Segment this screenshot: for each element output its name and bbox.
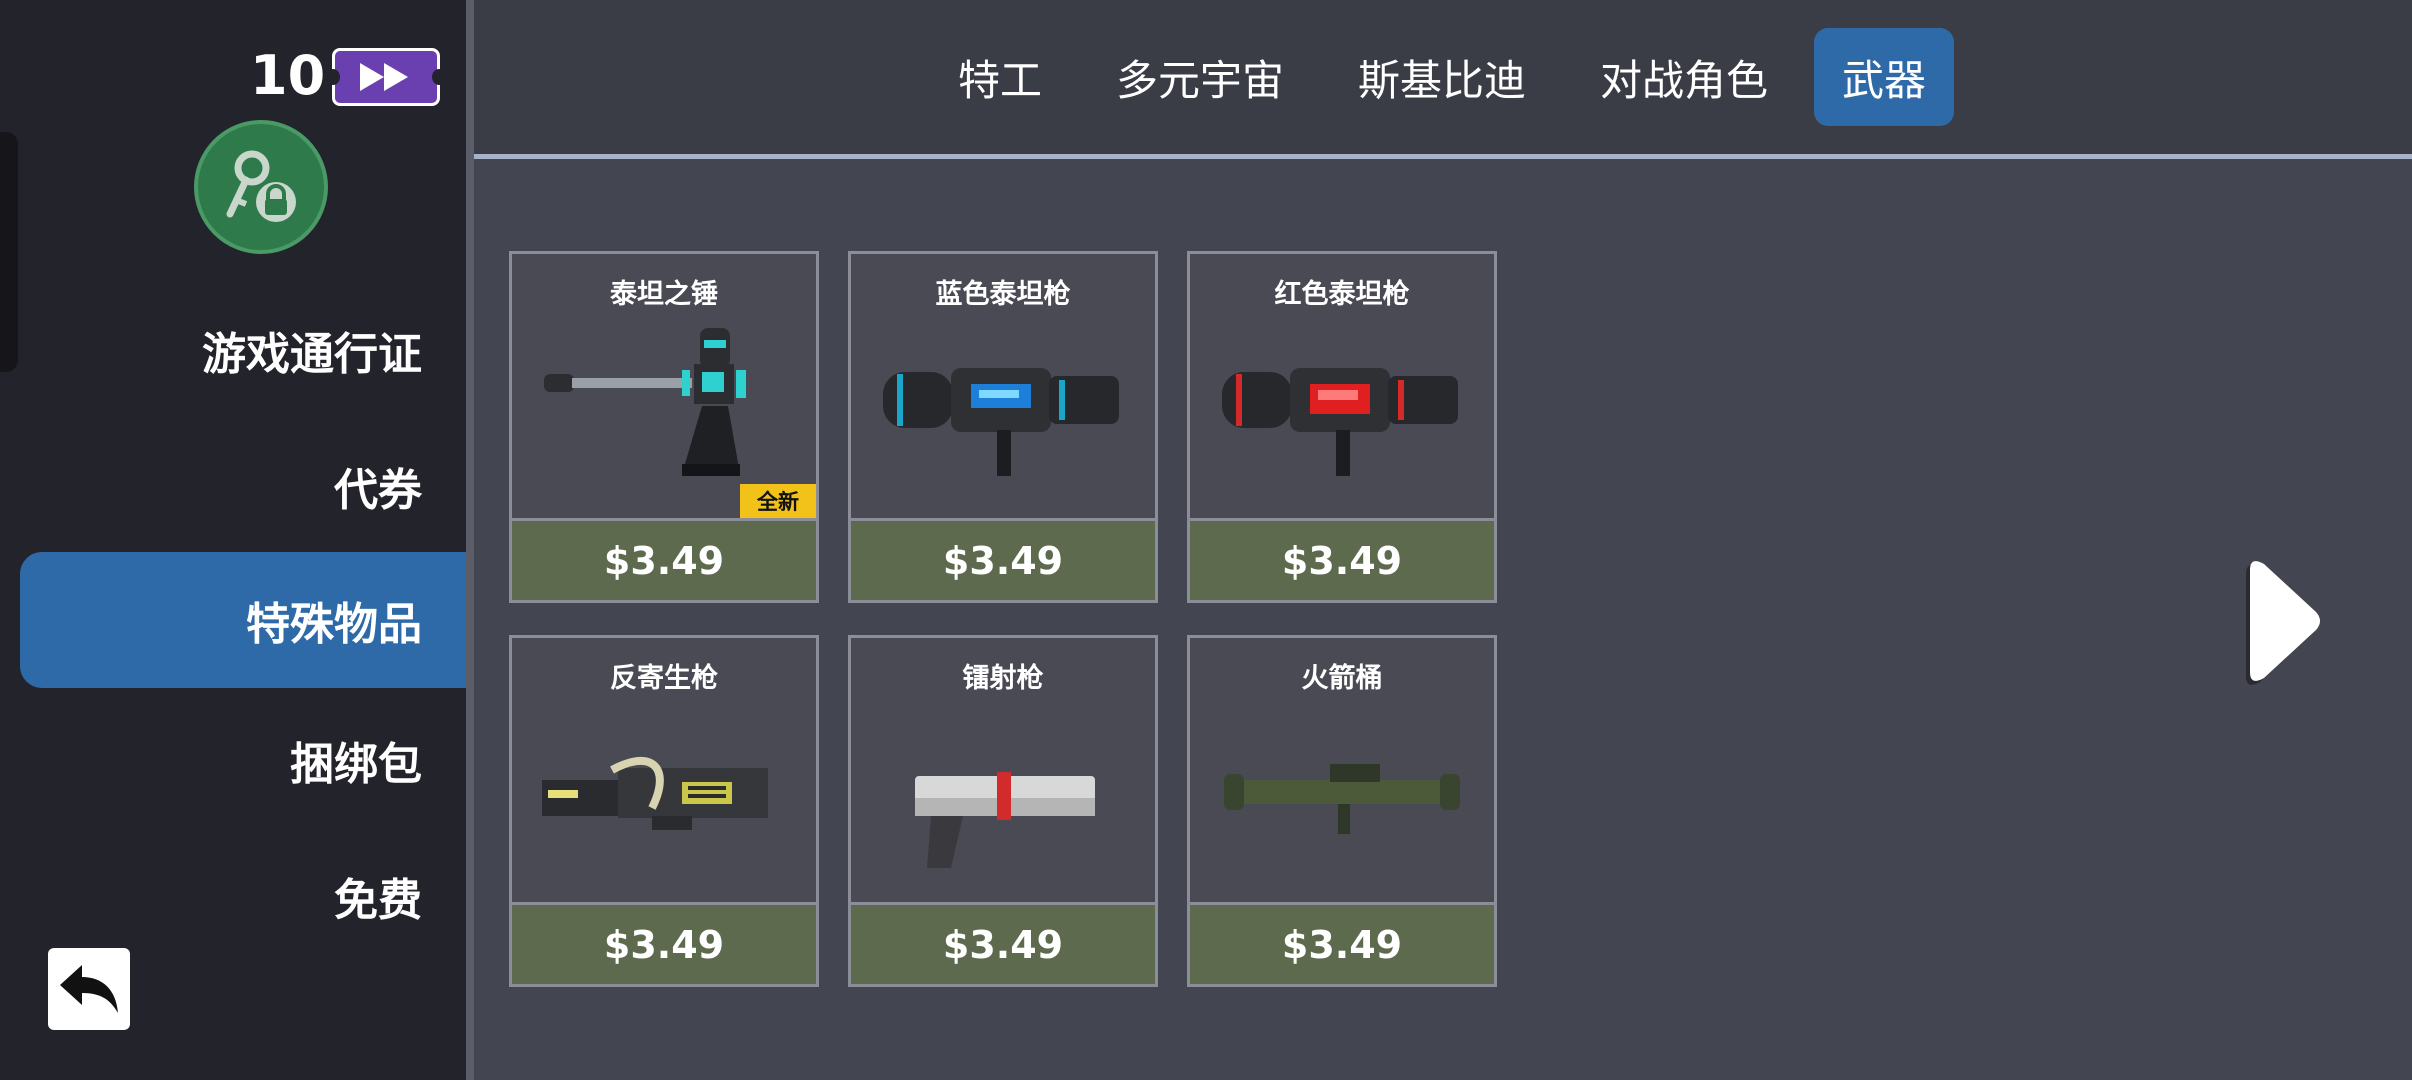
shop-card[interactable]: 泰坦之锤 全新 $3.49 (509, 251, 819, 603)
sidebar-item-label: 捆绑包 (290, 739, 422, 790)
sidebar-item-game-pass[interactable]: 游戏通行证 (20, 282, 466, 418)
edge-notch (0, 132, 18, 372)
price-button[interactable]: $3.49 (851, 902, 1155, 984)
card-title: 火箭桶 (1301, 663, 1383, 694)
rocket-launcher-icon (1224, 764, 1460, 834)
tab-label: 多元宇宙 (1115, 55, 1284, 105)
tab-label: 对战角色 (1599, 55, 1768, 105)
laser-gun-icon (915, 772, 1095, 868)
sidebar-item-label: 游戏通行证 (202, 329, 422, 380)
card-title: 红色泰坦枪 (1274, 279, 1410, 310)
next-page-arrow-icon[interactable] (2246, 556, 2326, 686)
price-button[interactable]: $3.49 (512, 902, 816, 984)
card-title: 泰坦之锤 (610, 279, 718, 310)
shop-card[interactable]: 反寄生枪 $3.49 (509, 635, 819, 987)
sidebar-item-label: 特殊物品 (246, 599, 422, 650)
price-button[interactable]: $3.49 (512, 518, 816, 600)
sidebar-item-free[interactable]: 免费 (20, 828, 466, 964)
tab-label: 武器 (1841, 55, 1926, 105)
shop-card[interactable]: 火箭桶 $3.49 (1187, 635, 1497, 987)
sidebar-item-bundles[interactable]: 捆绑包 (20, 692, 466, 828)
titan-hammer-icon (544, 328, 746, 476)
sidebar-item-coupons[interactable]: 代券 (20, 418, 466, 554)
card-title: 镭射枪 (962, 663, 1044, 694)
card-title: 蓝色泰坦枪 (935, 279, 1071, 310)
red-titan-gun-icon (1222, 368, 1458, 476)
tab-agents[interactable]: 特工 (930, 28, 1070, 126)
pass-ticket-count: 10 (250, 44, 326, 107)
shop-card[interactable]: 红色泰坦枪 $3.49 (1187, 251, 1497, 603)
shop-card[interactable]: 蓝色泰坦枪 $3.49 (848, 251, 1158, 603)
tab-multiverse[interactable]: 多元宇宙 (1102, 28, 1298, 126)
blue-titan-gun-icon (883, 368, 1119, 476)
card-title: 反寄生枪 (610, 663, 718, 694)
anti-parasite-gun-icon (542, 756, 768, 830)
price-button[interactable]: $3.49 (851, 518, 1155, 600)
sidebar-item-special-items[interactable]: 特殊物品 (20, 552, 466, 688)
tab-label: 特工 (957, 55, 1042, 105)
new-badge: 全新 (740, 484, 816, 518)
back-button[interactable] (48, 948, 130, 1030)
tabbar-divider (474, 154, 2412, 159)
price-button[interactable]: $3.49 (1190, 902, 1494, 984)
shop-card[interactable]: 镭射枪 $3.49 (848, 635, 1158, 987)
key-lock-icon[interactable] (194, 120, 328, 254)
tab-label: 斯基比迪 (1357, 55, 1526, 105)
fast-forward-ticket-icon[interactable] (326, 48, 446, 106)
back-arrow-icon (60, 965, 118, 1013)
sidebar-item-label: 代券 (334, 465, 422, 516)
tab-weapons[interactable]: 武器 (1814, 28, 1954, 126)
tab-skibidi[interactable]: 斯基比迪 (1344, 28, 1540, 126)
price-button[interactable]: $3.49 (1190, 518, 1494, 600)
sidebar-item-label: 免费 (334, 875, 422, 926)
sidebar: 10 游戏通行证 代券 特殊物品 捆绑包 免费 (0, 0, 466, 1080)
sidebar-divider (466, 0, 474, 1080)
tab-battle-characters[interactable]: 对战角色 (1586, 28, 1782, 126)
